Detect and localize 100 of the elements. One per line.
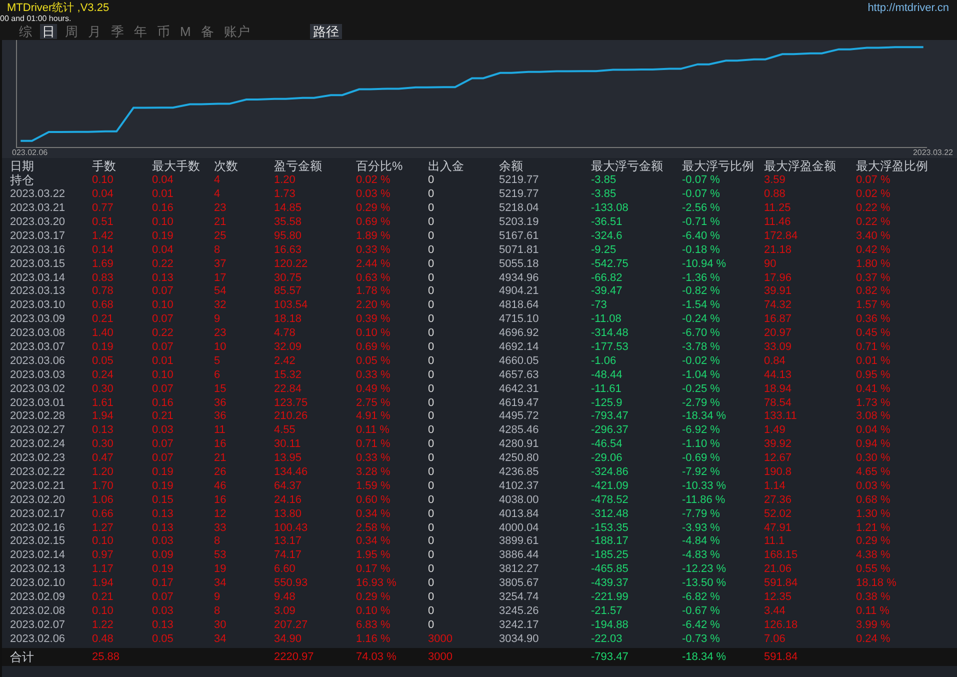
table-cell-text: 17 <box>214 272 228 285</box>
table-cell-text: 0.13 <box>152 508 174 521</box>
period-tab[interactable]: 备 <box>198 24 216 38</box>
table-cell-text: 4.78 <box>274 327 296 340</box>
table-cell-text: 0.10 % <box>356 327 392 340</box>
table-cell-text: 0.17 <box>152 577 174 590</box>
table-cell-text: 210.26 <box>274 410 309 424</box>
table-cell-text: -188.17 <box>591 535 630 548</box>
column-header: 出入金 <box>428 160 465 174</box>
column-header: 日期 <box>10 160 35 174</box>
table-cell-text: 0.07 <box>152 591 174 604</box>
table-cell-text: 0.29 % <box>856 535 892 548</box>
table-cell-text: 0 <box>428 494 436 507</box>
table-cell-text: 5055.18 <box>499 258 540 271</box>
table-cell-text: 2023.03.07 <box>10 341 66 354</box>
table-cell-text: 12 <box>214 508 228 521</box>
table-cell-text: 3886.44 <box>499 549 540 562</box>
table-cell-text: -4.84 % <box>682 535 721 548</box>
table-cell-text: 0 <box>428 244 436 257</box>
table-cell-text: 0.21 <box>152 410 174 424</box>
table-cell-text: 0.15 <box>152 494 174 507</box>
table-cell-text: 5 <box>214 354 222 368</box>
table-cell-text: 0.16 <box>152 396 174 410</box>
table-cell-text: 持仓 <box>10 174 35 188</box>
table-cell-text: 74.17 <box>274 549 303 562</box>
table-cell-text: -11.08 <box>591 313 622 326</box>
table-cell-text: -6.82 % <box>682 591 721 604</box>
table-cell-text: 550.93 <box>274 577 309 590</box>
table-cell-text: 0.11 % <box>356 424 390 438</box>
table-cell-text: 0.83 <box>92 272 114 285</box>
table-cell-text: 0.19 <box>152 230 174 243</box>
period-tab[interactable]: 季 <box>109 24 126 38</box>
table-cell-text: -153.35 <box>591 522 630 535</box>
table-cell-text: 0.01 <box>152 354 174 368</box>
table-cell-text: 2023.02.23 <box>10 452 66 466</box>
total-cell-text: 25.88 <box>92 650 121 664</box>
period-tab[interactable]: 日 <box>40 24 57 38</box>
period-tab[interactable]: 周 <box>63 24 80 38</box>
table-cell-text: 4642.31 <box>499 382 540 396</box>
table-cell-text: 4495.72 <box>499 410 540 424</box>
table-cell-text: 0.10 <box>92 535 114 548</box>
table-cell-text: 16.87 <box>764 313 793 326</box>
table-cell-text: 23 <box>214 327 228 340</box>
table-cell-text: 24.16 <box>274 494 303 507</box>
table-cell-text: 0.84 <box>764 354 786 368</box>
table-cell-text: 2023.03.22 <box>10 188 66 202</box>
axis-label: 023.02.06 <box>12 148 48 158</box>
path-button[interactable]: 路径 <box>310 24 342 38</box>
table-cell-text: 0.19 <box>152 563 174 576</box>
table-cell-text: 0.07 % <box>856 174 892 188</box>
period-tab[interactable]: 账户 <box>222 24 252 38</box>
table-cell-text: 123.75 <box>274 396 309 410</box>
table-cell-text: 54 <box>214 285 228 298</box>
table-cell-text: 95.80 <box>274 230 303 243</box>
period-tab[interactable]: 币 <box>155 24 172 38</box>
table-cell-text: 13.95 <box>274 452 303 466</box>
table-cell-text: 21.18 <box>764 244 793 257</box>
table-cell-text: 0 <box>428 452 436 466</box>
table-cell-text: 5219.77 <box>499 174 540 188</box>
table-cell-text: 4285.46 <box>499 424 540 438</box>
table-cell-text: 36 <box>214 396 228 410</box>
table-cell-text: 0.30 <box>92 382 114 396</box>
period-tab[interactable]: 年 <box>132 24 149 38</box>
website-link[interactable]: http://mtdriver.cn <box>868 2 949 13</box>
table-cell-text: 1.21 % <box>856 522 892 535</box>
table-cell-text: -2.56 % <box>682 202 721 216</box>
table-cell-text: 5071.81 <box>499 244 540 257</box>
period-tab[interactable]: 月 <box>86 24 103 38</box>
table-cell-text: 0.03 <box>152 535 174 548</box>
table-cell-text: 2.44 % <box>356 258 392 271</box>
table-cell-text: 0.69 % <box>356 341 392 354</box>
table-cell-text: 0.38 % <box>856 591 892 604</box>
table-cell-text: 3242.17 <box>499 618 540 632</box>
table-cell-text: 0.14 <box>92 244 114 257</box>
table-cell-text: 4.65 % <box>856 466 892 480</box>
table-cell-text: 5167.61 <box>499 230 540 243</box>
table-cell-text: 0 <box>428 424 436 438</box>
table-cell-text: 0.97 <box>92 549 114 562</box>
table-cell-text: -0.67 % <box>682 604 721 618</box>
table-cell-text: 0 <box>428 202 436 216</box>
table-cell-text: 0.69 % <box>356 216 392 229</box>
table-cell-text: -133.08 <box>591 202 630 216</box>
table-cell-text: 3.40 % <box>856 230 892 243</box>
period-tab[interactable]: M <box>178 24 193 38</box>
table-cell-text: 2023.02.14 <box>10 549 66 562</box>
table-cell-text: 0.07 <box>152 452 174 466</box>
table-cell-text: -296.37 <box>591 424 630 438</box>
table-cell-text: 0 <box>428 368 436 382</box>
table-cell-text: 2023.03.10 <box>10 299 66 312</box>
table-cell-text: -314.48 <box>591 327 630 340</box>
table-cell-text: 2023.03.16 <box>10 244 66 257</box>
table-cell-text: 2023.03.06 <box>10 354 66 368</box>
table-cell-text: 0 <box>428 591 436 604</box>
table-cell-text: 53 <box>214 549 228 562</box>
table-cell-text: 34.90 <box>274 632 303 646</box>
period-tab[interactable]: 综 <box>17 24 34 38</box>
table-cell-text: 0.68 <box>92 299 114 312</box>
table-cell-text: 21 <box>214 452 228 466</box>
table-cell-text: -0.07 % <box>682 188 721 202</box>
notice-text: 00 and 01:00 hours. <box>0 14 72 23</box>
